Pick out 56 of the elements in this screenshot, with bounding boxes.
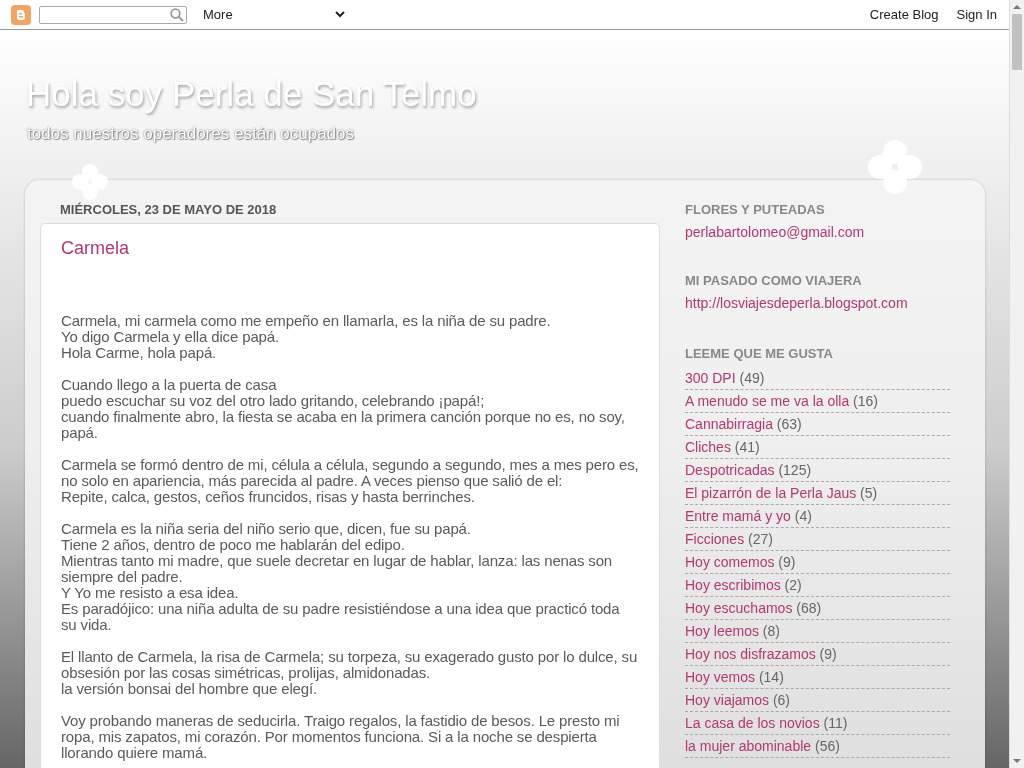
label-link[interactable]: A menudo se me va la olla [685, 393, 850, 409]
post-date: MIÉRCOLES, 23 DE MAYO DE 2018 [60, 202, 278, 217]
search-icon[interactable] [170, 7, 184, 22]
widget-title: MI PASADO COMO VIAJERA [685, 273, 863, 288]
label-link[interactable]: Cannabirragia [685, 416, 773, 432]
sidebar-link[interactable]: perlabartolomeo@gmail.com [685, 224, 865, 240]
scrollbar-thumb[interactable] [1012, 14, 1022, 70]
label-count: (49) [739, 370, 765, 386]
label-link[interactable]: Ficciones [685, 531, 745, 547]
post-paragraph: Carmela se formó dentro de mi, célula a célula, segundo a segundo, mes a mes pero es, no solo en apariencia, más parecida al padre. A veces pienso que salió de el: Repite, calca, gestos, ceños fruncidos, risas y hasta berrinches. [61, 457, 639, 505]
post-paragraph: Cuando llego a la puerta de casa puedo escuchar su voz del otro lado gritando, celebrando ¡papá!; cuando finalmente abro, la fiesta se acaba en la primera canción porque no es, no soy, papá. [61, 377, 626, 441]
blog-description: todos nuestros operadores están ocupados [27, 124, 356, 144]
post-paragraph: Voy probando maneras de seducirla. Traigo regalos, la fastidio de besos. Le presto mi ropa, mis zapatos, mi corazón. Por momentos funciona. Si a la noche se despierta llorando quiere mamá. [61, 713, 621, 761]
blogger-logo-icon[interactable] [11, 4, 31, 25]
label-count: (14) [758, 669, 784, 685]
label-link[interactable]: Despotricadas [685, 462, 775, 478]
label-link[interactable]: Entre mamá y yo [685, 508, 791, 524]
label-count: (63) [776, 416, 802, 432]
label-link[interactable]: Hoy comemos [685, 554, 775, 570]
label-link[interactable]: Hoy nos disfrazamos [685, 646, 816, 662]
navbar-link[interactable]: Create Blog [869, 7, 939, 22]
label-count: (125) [778, 462, 812, 478]
sidebar-link[interactable]: http://losviajesdeperla.blogspot.com [685, 295, 908, 311]
label-link[interactable]: Hoy escribimos [685, 577, 781, 593]
label-count: (4) [794, 508, 812, 524]
label-link[interactable]: Hoy viajamos [685, 692, 770, 708]
post-title[interactable]: Carmela [61, 238, 639, 259]
widget-title: LEEME QUE ME GUSTA [685, 346, 834, 361]
label-count: (6) [772, 692, 791, 708]
label-link[interactable]: La casa de los novios [685, 715, 820, 731]
label-link[interactable]: Hoy leemos [685, 623, 759, 639]
label-count: (41) [734, 439, 760, 455]
more-dropdown[interactable]: More [203, 7, 345, 22]
label-link[interactable]: la mujer abominable [685, 738, 812, 754]
label-count: (5) [860, 485, 878, 501]
label-count: (2) [784, 577, 802, 593]
label-link[interactable]: Cliches [685, 439, 731, 455]
chevron-down-icon [335, 11, 345, 18]
label-count: (9) [819, 646, 837, 662]
label-count: (16) [853, 393, 878, 409]
widget-title: FLORES Y PUTEADAS [685, 202, 826, 217]
label-count: (56) [814, 738, 840, 754]
search-field[interactable] [39, 5, 187, 24]
label-link[interactable]: Hoy escuchamos [685, 600, 793, 616]
label-link[interactable]: 300 DPI [685, 370, 736, 386]
post-paragraph: Carmela es la niña seria del niño serio que, dicen, fue su papá. Tiene 2 años, dentro de poco me hablarán del edipo. Mientras tanto mi madre, que suele decretar en lugar de hablar, lanza: las nenas son siempre del padre. Y Yo me resisto a esa idea. Es paradójico: una niña adulta de su padre resistiéndose a una idea que practicó toda su vida. [61, 521, 621, 633]
label-link[interactable]: El pizarrón de la Perla Jaus [685, 485, 857, 501]
navbar-link[interactable]: Sign In [956, 7, 997, 22]
label-count: (68) [796, 600, 822, 616]
label-count: (9) [778, 554, 796, 570]
post-paragraph: Carmela, mi carmela como me empeño en llamarla, es la niña de su padre. Yo digo Carmela y ella dice papá. Hola Carme, hola papá. [61, 313, 552, 361]
label-count: (8) [762, 623, 780, 639]
label-count: (11) [823, 715, 848, 731]
post-paragraph: El llanto de Carmela, la risa de Carmela; su torpeza, su exagerado gusto por lo dulce, su obsesión por las cosas simétricas, prolijas, almidonadas. la versión bonsai del hombre que elegí. [61, 649, 639, 697]
label-count: (27) [748, 531, 773, 547]
label-link[interactable]: Hoy vemos [685, 669, 756, 685]
